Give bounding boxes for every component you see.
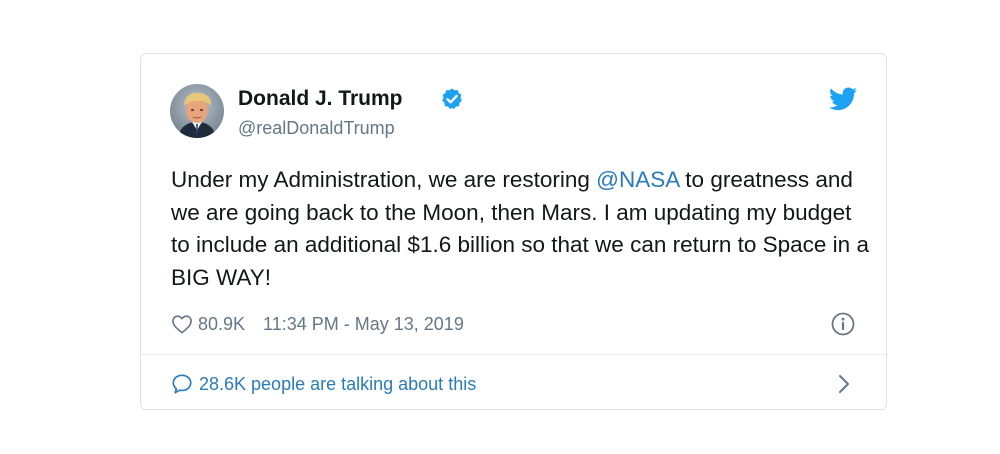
info-icon[interactable] [831, 312, 855, 336]
divider [141, 354, 886, 355]
handle[interactable]: @realDonaldTrump [238, 118, 395, 139]
conversation-link[interactable]: 28.6K people are talking about this [171, 371, 476, 397]
mention-link[interactable]: @NASA [596, 167, 679, 192]
tweet-text: Under my Administration, we are restorin… [171, 164, 871, 294]
tweet-text-part-1: Under my Administration, we are restorin… [171, 167, 597, 192]
chevron-right-icon[interactable] [837, 373, 851, 395]
display-name[interactable]: Donald J. Trump [238, 87, 403, 111]
timestamp[interactable]: 11:34 PM - May 13, 2019 [263, 314, 464, 335]
tweet-card: Donald J. Trump @realDonaldTrump Under m… [140, 53, 887, 410]
like-count[interactable]: 80.9K [198, 314, 245, 335]
speech-bubble-icon [172, 374, 192, 394]
avatar[interactable] [170, 84, 224, 138]
conversation-label[interactable]: 28.6K people are talking about this [199, 374, 476, 395]
twitter-bird-icon[interactable] [829, 87, 857, 111]
verified-badge-icon [442, 88, 462, 109]
tweet-meta: 80.9K 11:34 PM - May 13, 2019 [171, 311, 464, 337]
heart-icon[interactable] [171, 314, 193, 334]
